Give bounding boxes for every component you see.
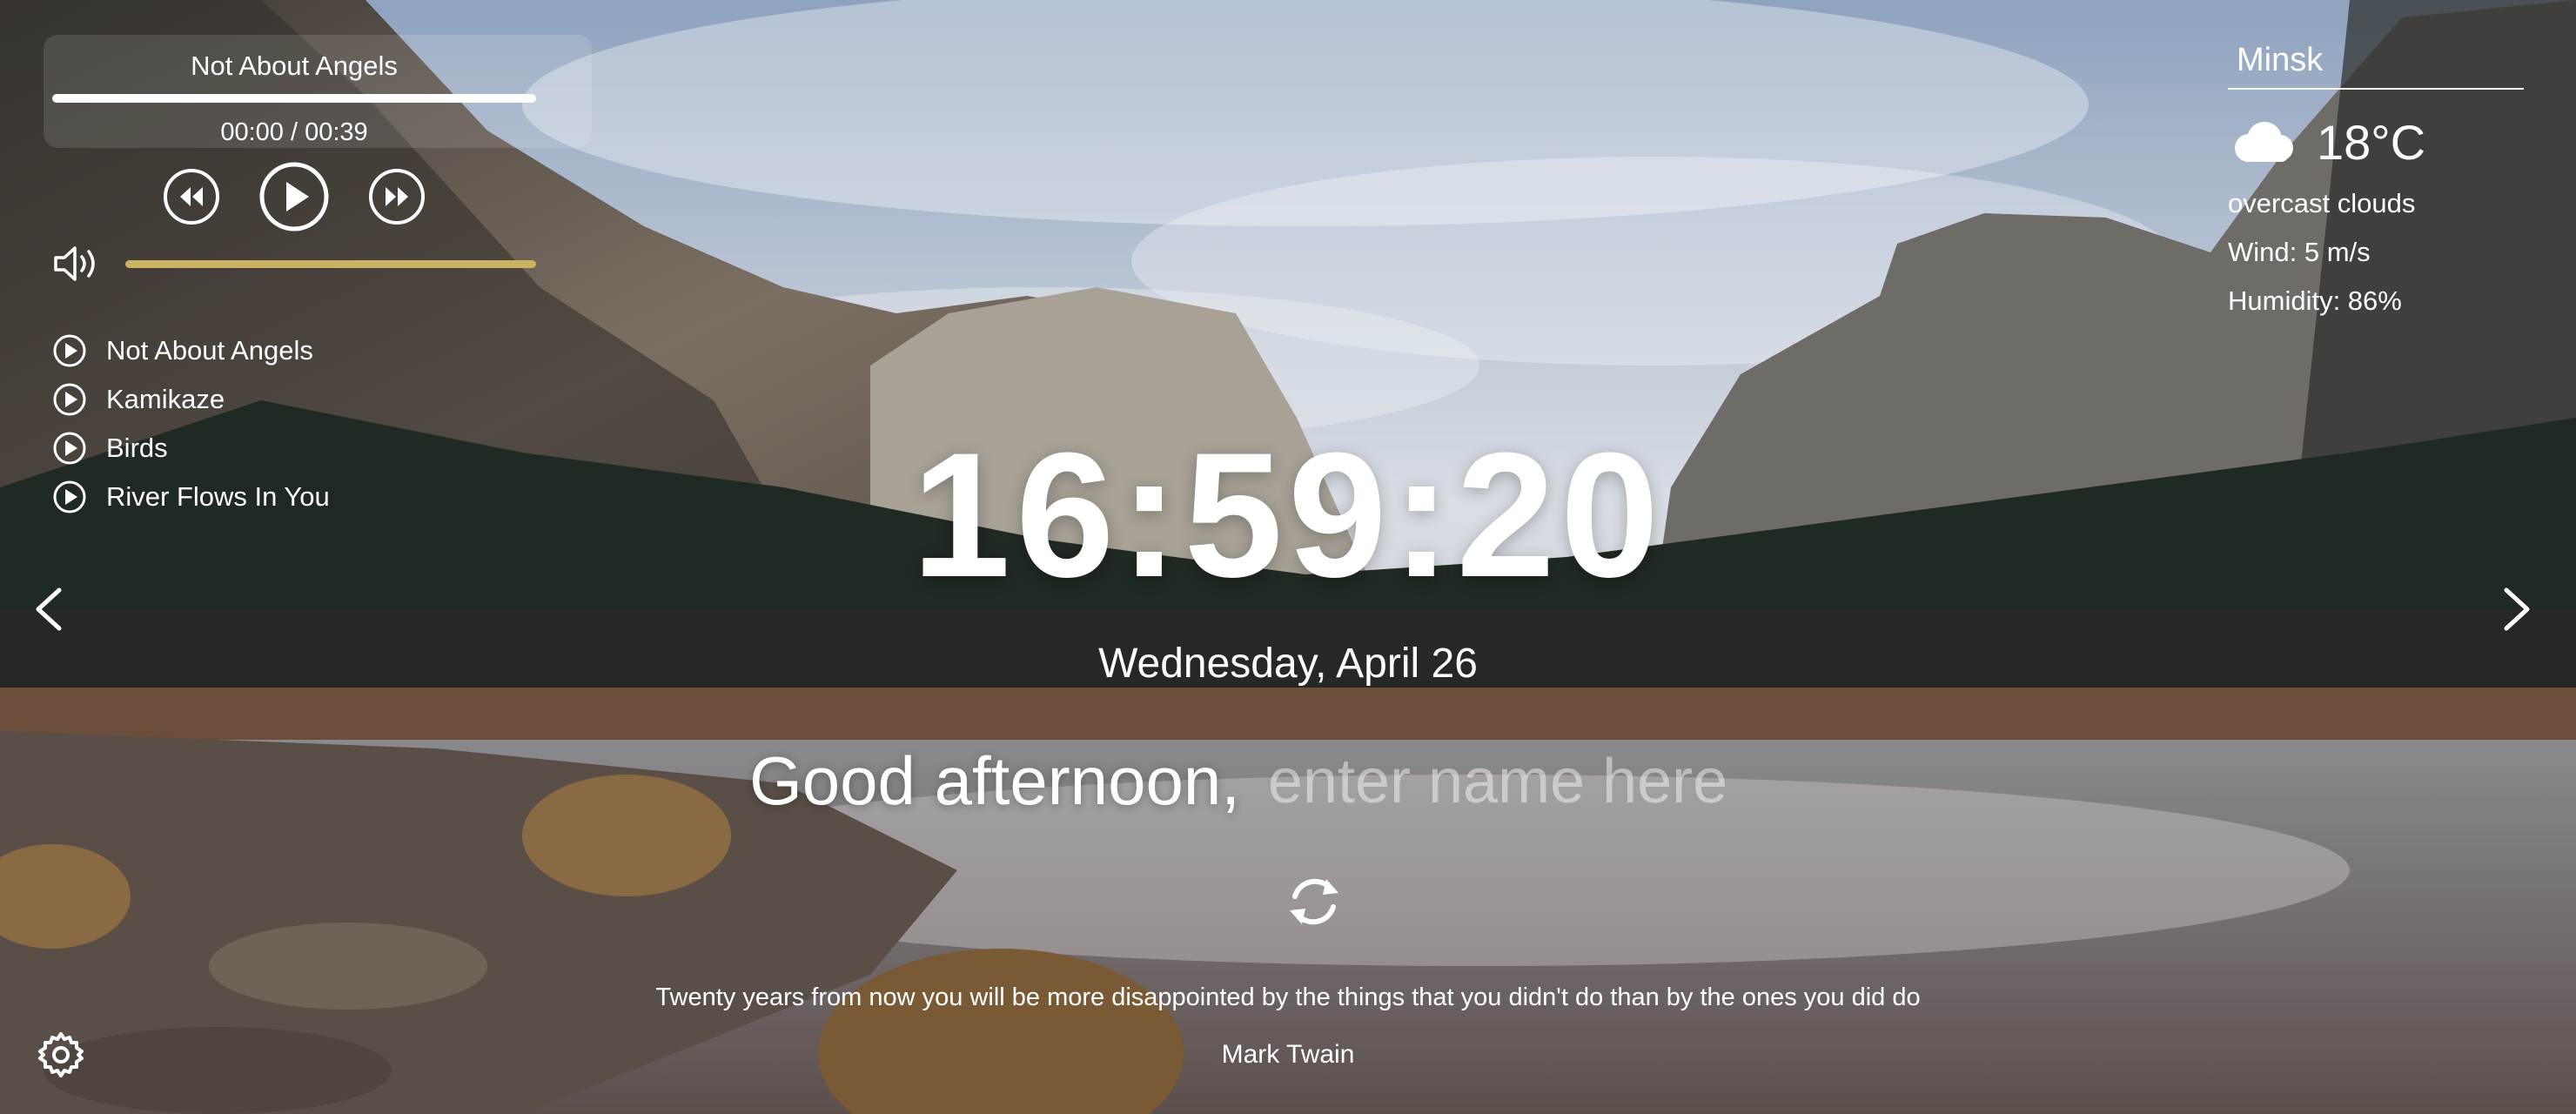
previous-track-button[interactable] [163, 168, 220, 225]
humidity: Humidity: 86% [2228, 285, 2402, 316]
gear-icon[interactable] [37, 1030, 85, 1079]
play-button[interactable] [258, 161, 330, 232]
play-icon [259, 162, 329, 232]
clock: 16:59:20 [911, 416, 1665, 614]
weather-widget: 18°C overcast clouds Wind: 5 m/s Humidit… [2228, 35, 2524, 317]
current-track-title: Not About Angels [191, 50, 398, 81]
weather-main: 18°C [2228, 114, 2524, 171]
next-track-button[interactable] [368, 168, 426, 225]
greeting-row: Good afternoon, [0, 742, 2576, 821]
cloud-icon [2235, 121, 2293, 162]
playlist-item-title: Kamikaze [106, 384, 225, 414]
name-input[interactable] [1265, 744, 1827, 818]
play-icon [53, 334, 86, 367]
playlist-item[interactable]: Kamikaze [52, 375, 536, 424]
playlist-item-title: Not About Angels [106, 335, 313, 366]
temperature: 18°C [2317, 115, 2426, 170]
rewind-icon [164, 169, 219, 225]
volume-slider[interactable] [125, 259, 536, 268]
weather-description: overcast clouds [2228, 188, 2416, 218]
track-progress-bar[interactable] [52, 94, 536, 103]
date: Wednesday, April 26 [1098, 641, 1478, 687]
refresh-quote-button[interactable] [1283, 870, 1345, 933]
wind: Wind: 5 m/s [2228, 237, 2371, 267]
track-time: 00:00 / 00:39 [220, 118, 368, 146]
play-icon [53, 383, 86, 416]
volume-icon[interactable] [52, 245, 104, 283]
quote-text: Twenty years from now you will be more d… [655, 983, 1921, 1011]
city-input[interactable] [2228, 35, 2524, 90]
volume-control [52, 245, 536, 283]
player-controls [52, 161, 536, 232]
playlist-item[interactable]: Not About Angels [52, 326, 536, 375]
greeting-text: Good afternoon, [749, 742, 1240, 819]
quote-author: Mark Twain [1221, 1040, 1355, 1069]
fast-forward-icon [369, 169, 425, 225]
